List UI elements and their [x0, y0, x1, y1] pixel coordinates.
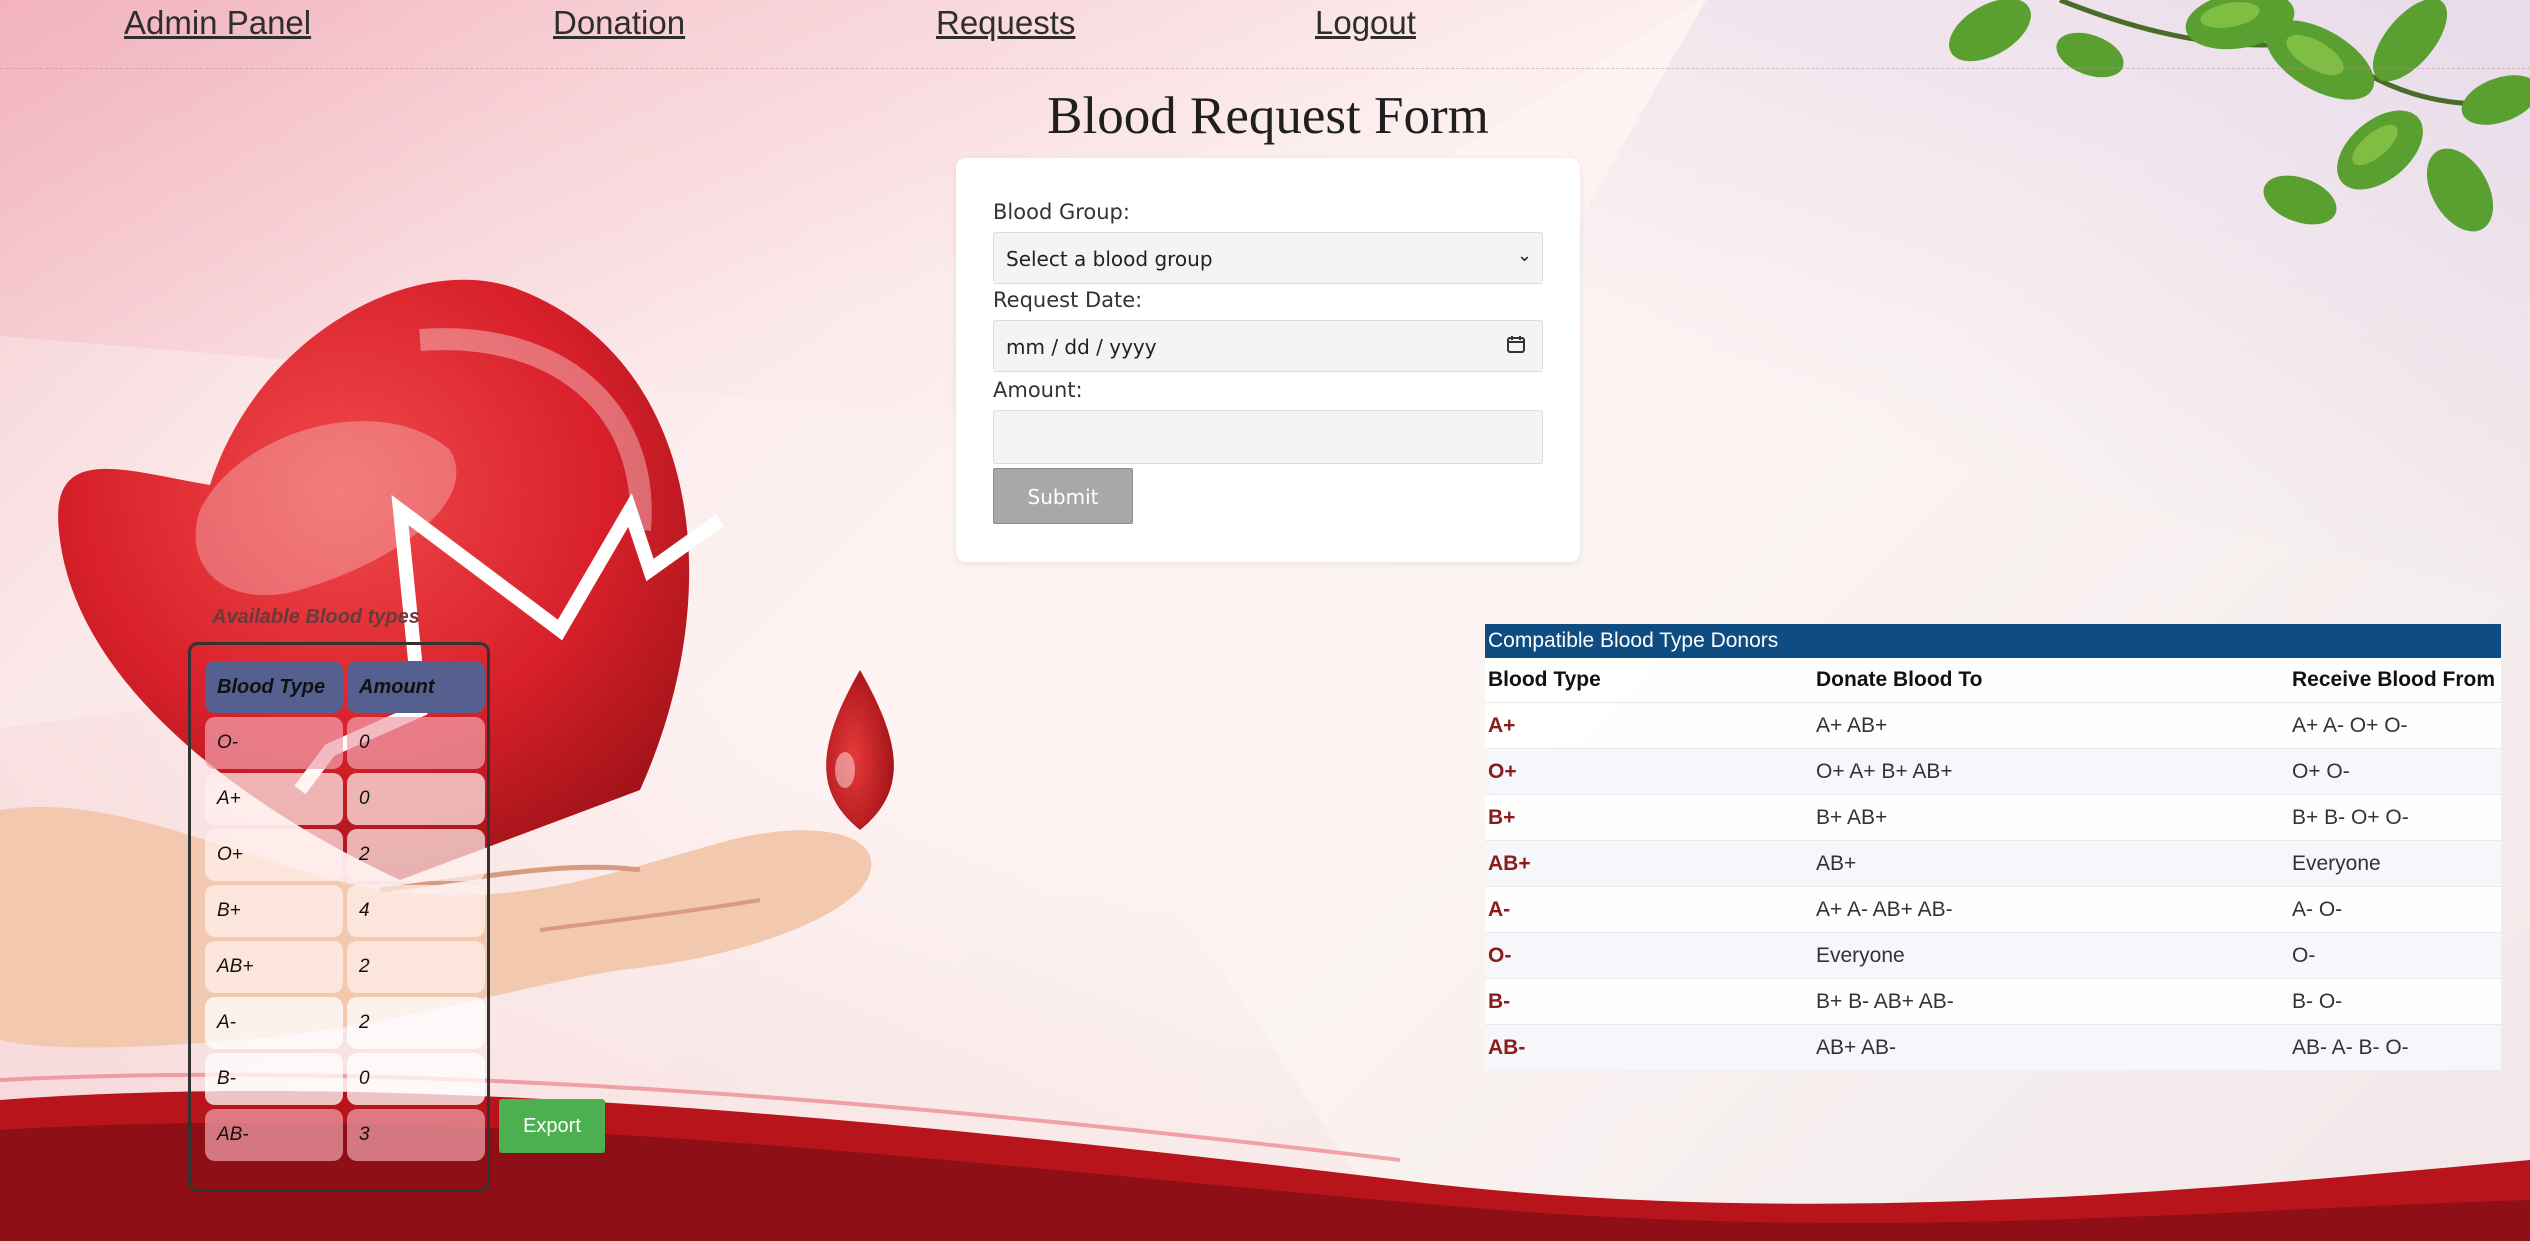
- nav-logout-link[interactable]: Logout: [1315, 4, 1416, 42]
- receive-from-cell: Everyone: [2289, 840, 2501, 887]
- top-nav: Admin Panel Donation Requests Logout: [0, 0, 2530, 69]
- blood-group-label: Blood Group:: [993, 200, 1130, 224]
- calendar-icon[interactable]: [1506, 334, 1526, 354]
- table-header: Donate Blood To: [1816, 668, 1983, 691]
- amount-cell: 2: [347, 997, 485, 1049]
- donate-to-cell: A+ A- AB+ AB-: [1813, 886, 2289, 933]
- blood-type-cell: B-: [205, 1053, 343, 1105]
- table-header: Amount: [347, 661, 485, 713]
- blood-type-cell: A-: [1485, 886, 1813, 933]
- chevron-down-icon: ⌄: [1516, 245, 1532, 266]
- background-facet: [1500, 0, 2530, 600]
- table-row: O- 0: [205, 717, 485, 769]
- amount-label: Amount:: [993, 378, 1083, 402]
- receive-from-cell: O+ O-: [2289, 748, 2501, 795]
- blood-group-select-value: Select a blood group: [1006, 247, 1213, 271]
- table-row: AB+ AB+ Everyone: [1485, 840, 2501, 887]
- blood-type-cell: O-: [1485, 932, 1813, 979]
- amount-cell: 0: [347, 717, 485, 769]
- blood-type-cell: B+: [1485, 794, 1813, 841]
- blood-type-cell: O-: [205, 717, 343, 769]
- receive-from-cell: A+ A- O+ O-: [2289, 702, 2501, 749]
- amount-cell: 0: [347, 773, 485, 825]
- nav-admin-panel-link[interactable]: Admin Panel: [124, 4, 311, 42]
- blood-group-select[interactable]: Select a blood group ⌄: [993, 232, 1543, 284]
- compatibility-table-container: Compatible Blood Type Donors Blood Type …: [1485, 624, 2501, 1070]
- nav-requests-link[interactable]: Requests: [936, 4, 1075, 42]
- blood-type-cell: A-: [205, 997, 343, 1049]
- receive-from-cell: AB- A- B- O-: [2289, 1024, 2501, 1070]
- receive-from-cell: A- O-: [2289, 886, 2501, 933]
- donate-to-cell: AB+ AB-: [1813, 1024, 2289, 1070]
- receive-from-cell: B+ B- O+ O-: [2289, 794, 2501, 841]
- amount-cell: 0: [347, 1053, 485, 1105]
- blood-type-cell: AB+: [1485, 840, 1813, 887]
- donate-to-cell: A+ AB+: [1813, 702, 2289, 749]
- donate-to-cell: AB+: [1813, 840, 2289, 887]
- table-header: Blood Type: [205, 661, 343, 713]
- request-date-input[interactable]: mm / dd / yyyy: [993, 320, 1543, 372]
- blood-type-cell: AB-: [1485, 1024, 1813, 1070]
- amount-cell: 3: [347, 1109, 485, 1161]
- table-row: A+ A+ AB+ A+ A- O+ O-: [1485, 702, 2501, 749]
- available-blood-table: Blood Type Amount O- 0 A+ 0 O+ 2 B+ 4 AB…: [201, 657, 489, 1165]
- donate-to-cell: Everyone: [1813, 932, 2289, 979]
- submit-button[interactable]: Submit: [993, 468, 1133, 524]
- table-row: A- A+ A- AB+ AB- A- O-: [1485, 886, 2501, 933]
- compatibility-table: Blood Type Donate Blood To Receive Blood…: [1485, 658, 2501, 1070]
- export-button[interactable]: Export: [499, 1099, 605, 1153]
- donate-to-cell: B+ AB+: [1813, 794, 2289, 841]
- blood-type-cell: A+: [1485, 702, 1813, 749]
- request-date-label: Request Date:: [993, 288, 1143, 312]
- blood-type-cell: AB+: [205, 941, 343, 993]
- amount-cell: 4: [347, 885, 485, 937]
- table-row: AB- 3: [205, 1109, 485, 1161]
- blood-type-cell: B-: [1485, 978, 1813, 1025]
- table-row: O+ O+ A+ B+ AB+ O+ O-: [1485, 748, 2501, 795]
- available-blood-table-container: Blood Type Amount O- 0 A+ 0 O+ 2 B+ 4 AB…: [188, 642, 490, 1192]
- amount-cell: 2: [347, 941, 485, 993]
- table-row: B- B+ B- AB+ AB- B- O-: [1485, 978, 2501, 1025]
- table-row: B- 0: [205, 1053, 485, 1105]
- blood-type-cell: A+: [205, 773, 343, 825]
- donate-to-cell: B+ B- AB+ AB-: [1813, 978, 2289, 1025]
- table-row: B+ 4: [205, 885, 485, 937]
- blood-type-cell: O+: [1485, 748, 1813, 795]
- table-row: A- 2: [205, 997, 485, 1049]
- receive-from-cell: B- O-: [2289, 978, 2501, 1025]
- table-row: O- Everyone O-: [1485, 932, 2501, 979]
- nav-donation-link[interactable]: Donation: [553, 4, 685, 42]
- table-row: A+ 0: [205, 773, 485, 825]
- blood-type-cell: B+: [205, 885, 343, 937]
- amount-input[interactable]: [993, 410, 1543, 464]
- available-blood-title: Available Blood types: [212, 606, 420, 628]
- amount-cell: 2: [347, 829, 485, 881]
- blood-type-cell: AB-: [205, 1109, 343, 1161]
- blood-type-cell: O+: [205, 829, 343, 881]
- table-row: AB+ 2: [205, 941, 485, 993]
- table-row: AB- AB+ AB- AB- A- B- O-: [1485, 1024, 2501, 1070]
- donate-to-cell: O+ A+ B+ AB+: [1813, 748, 2289, 795]
- table-header: Receive Blood From: [2292, 668, 2496, 691]
- table-header: Blood Type: [1488, 668, 1601, 691]
- request-date-placeholder: mm / dd / yyyy: [1006, 335, 1157, 359]
- receive-from-cell: O-: [2289, 932, 2501, 979]
- compatibility-table-caption: Compatible Blood Type Donors: [1485, 624, 2501, 658]
- table-row: O+ 2: [205, 829, 485, 881]
- blood-request-form: Blood Group: Select a blood group ⌄ Requ…: [956, 158, 1580, 562]
- table-row: B+ B+ AB+ B+ B- O+ O-: [1485, 794, 2501, 841]
- page-title: Blood Request Form: [1047, 87, 1489, 145]
